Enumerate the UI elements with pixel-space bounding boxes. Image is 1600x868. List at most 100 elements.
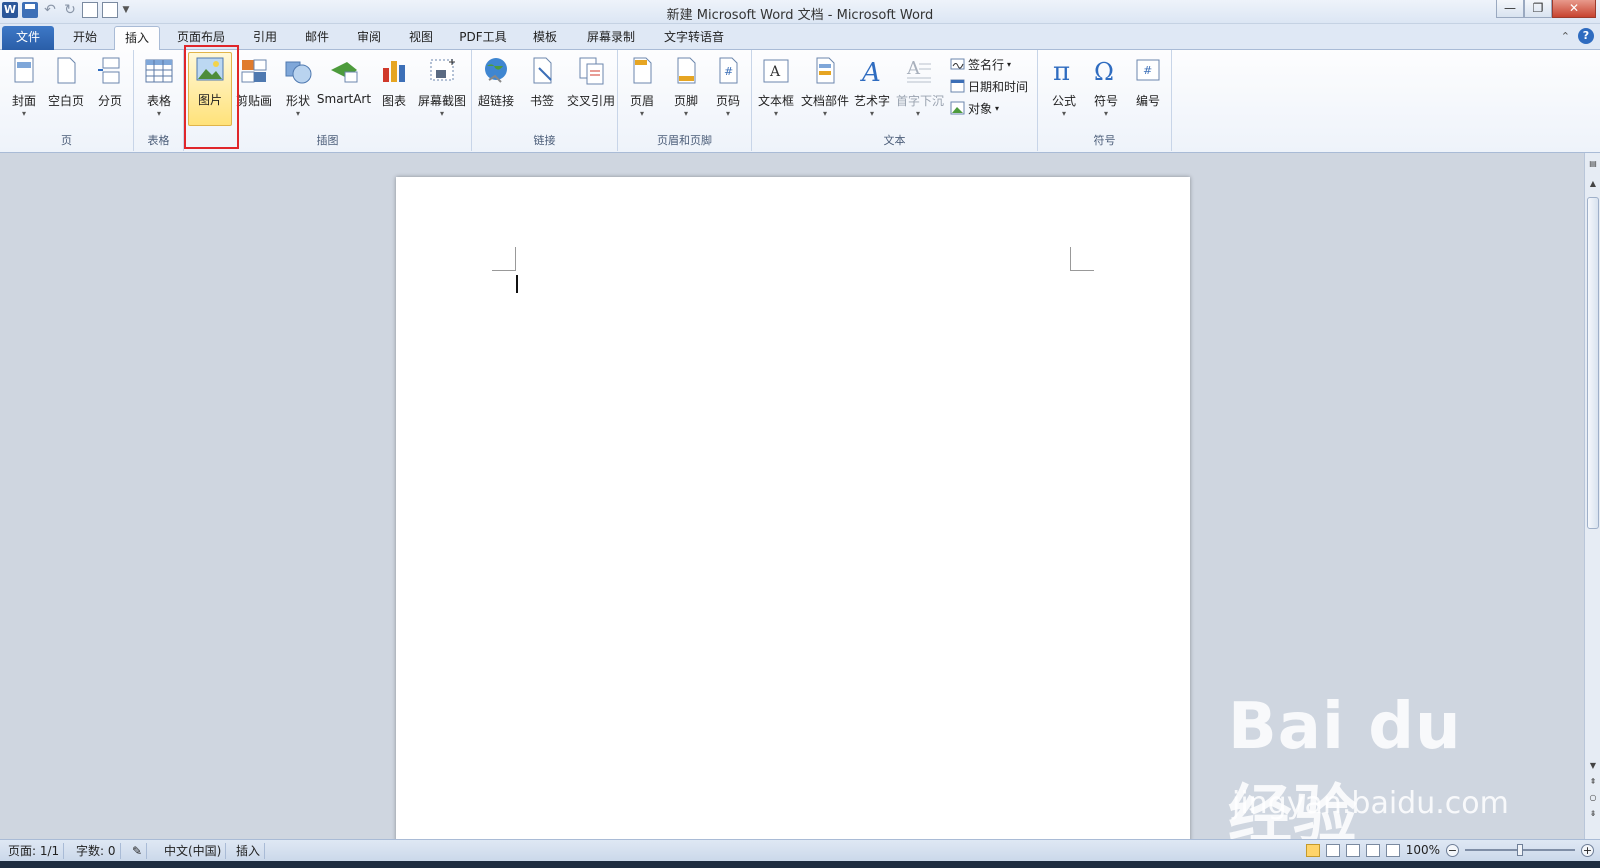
scroll-up-icon[interactable]: ▲ (1586, 177, 1600, 191)
picture-button[interactable]: 图片 (188, 52, 232, 126)
tab-templates[interactable]: 模板 (522, 26, 568, 50)
hyperlink-button[interactable]: 超链接 (474, 54, 518, 124)
previous-page-icon[interactable]: ⇞ (1586, 775, 1600, 789)
tab-mailings[interactable]: 邮件 (294, 26, 340, 50)
footer-button[interactable]: 页脚 ▾ (664, 54, 708, 124)
table-button[interactable]: 表格 ▾ (137, 54, 181, 124)
group-label-tables: 表格 (147, 134, 170, 147)
shapes-chevron-down-icon: ▾ (295, 109, 300, 118)
group-label-pages: 页 (61, 134, 72, 147)
ruler-toggle-icon[interactable]: ▤ (1586, 157, 1600, 171)
svg-text:#: # (1143, 64, 1152, 77)
zoom-slider[interactable] (1465, 844, 1575, 856)
status-page[interactable]: 页面: 1/1 (4, 843, 65, 859)
margin-corner-top-left (492, 247, 516, 271)
close-button[interactable]: ✕ (1552, 0, 1596, 18)
tab-pdf-tools[interactable]: PDF工具 (452, 26, 514, 50)
picture-icon (195, 55, 225, 85)
restore-button[interactable]: ❐ (1524, 0, 1552, 18)
smartart-icon (329, 56, 359, 86)
minimize-button[interactable]: — (1496, 0, 1524, 18)
footer-label: 页脚 (673, 94, 698, 108)
group-symbols: π 公式 ▾ Ω 符号 ▾ # 编号 符号 (1038, 50, 1172, 151)
tab-text-to-speech[interactable]: 文字转语音 (654, 26, 734, 50)
bookmark-label: 书签 (529, 94, 554, 108)
chart-button[interactable]: 图表 (372, 54, 416, 124)
tab-page-layout[interactable]: 页面布局 (168, 26, 234, 50)
object-chevron-down-icon: ▾ (995, 103, 1000, 113)
document-page[interactable] (396, 177, 1190, 857)
equation-button[interactable]: π 公式 ▾ (1042, 54, 1086, 124)
shapes-label: 形状 (285, 94, 310, 108)
shapes-button[interactable]: 形状 ▾ (276, 54, 320, 124)
next-page-icon[interactable]: ⇟ (1586, 807, 1600, 821)
blank-page-button[interactable]: 空白页 (44, 54, 88, 124)
group-label-header-footer: 页眉和页脚 (657, 134, 712, 147)
object-button[interactable]: 对象 ▾ (950, 98, 999, 118)
cover-page-button[interactable]: 封面 ▾ (2, 54, 46, 124)
date-time-button[interactable]: 日期和时间 (950, 76, 1028, 96)
wordart-button[interactable]: A 艺术字 ▾ (850, 54, 894, 124)
blank-page-icon (51, 56, 81, 86)
bookmark-button[interactable]: 书签 (520, 54, 564, 124)
status-word-count[interactable]: 字数: 0 (72, 843, 121, 859)
web-layout-view-icon[interactable] (1345, 843, 1360, 857)
quick-parts-button[interactable]: 文档部件 ▾ (800, 54, 850, 124)
tab-file[interactable]: 文件 (2, 26, 54, 50)
document-area[interactable] (0, 153, 1584, 857)
page-break-button[interactable]: 分页 (88, 54, 132, 124)
clip-art-button[interactable]: 剪贴画 (232, 54, 276, 124)
smartart-button[interactable]: SmartArt (316, 54, 372, 124)
status-language[interactable]: 中文(中国) (160, 843, 227, 859)
page-number-icon: # (713, 56, 743, 86)
drop-cap-icon: A (903, 56, 933, 86)
tab-references[interactable]: 引用 (242, 26, 288, 50)
select-browse-object-icon[interactable]: ○ (1586, 791, 1600, 805)
table-icon (144, 56, 174, 86)
header-button[interactable]: 页眉 ▾ (620, 54, 664, 124)
screenshot-label: 屏幕截图 (417, 94, 466, 108)
signature-line-button[interactable]: 签名行 ▾ (950, 54, 1011, 74)
symbol-button[interactable]: Ω 符号 ▾ (1084, 54, 1128, 124)
header-label: 页眉 (629, 94, 654, 108)
screenshot-button[interactable]: 屏幕截图 ▾ (416, 54, 468, 124)
tab-insert[interactable]: 插入 (114, 26, 160, 51)
signature-line-label: 签名行 (968, 57, 1005, 72)
zoom-level[interactable]: 100% (1406, 843, 1440, 857)
clip-art-label: 剪贴画 (235, 94, 272, 108)
numbering-label: 编号 (1135, 94, 1160, 108)
tab-review[interactable]: 审阅 (346, 26, 392, 50)
status-insert-mode[interactable]: 插入 (232, 843, 266, 859)
drop-cap-label: 首字下沉 (896, 94, 945, 108)
help-icon[interactable]: ? (1578, 28, 1594, 44)
footer-chevron-down-icon: ▾ (683, 109, 688, 118)
tab-view[interactable]: 视图 (398, 26, 444, 50)
zoom-slider-knob[interactable] (1517, 844, 1523, 856)
full-screen-reading-view-icon[interactable] (1325, 843, 1340, 857)
cross-reference-button[interactable]: 交叉引用 (566, 54, 616, 124)
text-box-button[interactable]: A 文本框 ▾ (754, 54, 798, 124)
svg-text:A: A (906, 58, 921, 79)
smartart-label: SmartArt (316, 92, 372, 106)
page-number-label: 页码 (715, 94, 740, 108)
zoom-out-button[interactable]: − (1446, 843, 1459, 857)
print-layout-view-icon[interactable] (1305, 843, 1320, 857)
outline-view-icon[interactable] (1365, 843, 1380, 857)
numbering-icon: # (1133, 56, 1163, 86)
chart-icon (379, 56, 409, 86)
scrollbar-thumb[interactable] (1587, 197, 1599, 529)
equation-label: 公式 (1051, 94, 1076, 108)
page-number-button[interactable]: # 页码 ▾ (706, 54, 750, 124)
group-label-text: 文本 (883, 134, 906, 147)
minimize-ribbon-icon[interactable]: ⌃ (1561, 30, 1570, 43)
zoom-in-button[interactable]: + (1581, 843, 1594, 857)
vertical-scrollbar[interactable]: ▤ ▲ ▼ ⇞ ○ ⇟ (1584, 153, 1600, 839)
tab-screen-recording[interactable]: 屏幕录制 (578, 26, 644, 50)
drop-cap-chevron-down-icon: ▾ (915, 109, 920, 118)
proofing-icon[interactable]: ✎ (128, 843, 148, 859)
draft-view-icon[interactable] (1385, 843, 1400, 857)
table-chevron-down-icon: ▾ (156, 109, 161, 118)
scroll-down-icon[interactable]: ▼ (1586, 759, 1600, 773)
tab-home[interactable]: 开始 (62, 26, 108, 50)
numbering-button[interactable]: # 编号 (1126, 54, 1170, 124)
